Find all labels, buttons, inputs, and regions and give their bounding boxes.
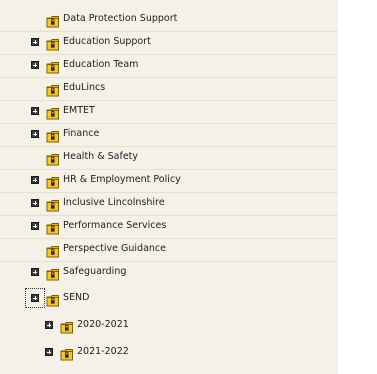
tree-item-label[interactable]: 2021-2022 (77, 345, 129, 359)
expand-icon[interactable] (45, 348, 53, 356)
tree-item[interactable]: SEND (0, 287, 338, 310)
tree-item[interactable]: Education Support (0, 31, 338, 55)
expand-icon[interactable] (31, 107, 39, 115)
tree-item-label[interactable]: SEND (63, 291, 89, 305)
tree-item-label[interactable]: Education Team (63, 58, 138, 72)
folder-lock-icon (46, 82, 60, 97)
tree-item[interactable]: HR & Employment Policy (0, 169, 338, 193)
tree-item[interactable]: Performance Services (0, 215, 338, 239)
tree-item-label[interactable]: HR & Employment Policy (63, 173, 181, 187)
tree-item-label[interactable]: EduLincs (63, 81, 105, 95)
tree-item-label[interactable]: Inclusive Lincolnshire (63, 196, 165, 210)
tree-item[interactable]: Inclusive Lincolnshire (0, 192, 338, 216)
tree-item[interactable]: Perspective Guidance (0, 238, 338, 262)
tree-item-label[interactable]: 2020-2021 (77, 318, 129, 332)
expand-icon[interactable] (31, 199, 39, 207)
folder-lock-icon (46, 174, 60, 189)
folder-lock-icon (46, 13, 60, 28)
folder-lock-icon (46, 266, 60, 281)
tree-item-label[interactable]: Perspective Guidance (63, 242, 166, 256)
folder-lock-icon (60, 346, 74, 361)
tree-item[interactable]: EduLincs (0, 77, 338, 101)
tree-item[interactable]: Finance (0, 123, 338, 147)
tree-item[interactable]: Safeguarding (0, 261, 338, 284)
tree-item-label[interactable]: Safeguarding (63, 265, 126, 279)
expand-icon[interactable] (31, 222, 39, 230)
tree-item[interactable]: EMTET (0, 100, 338, 124)
folder-tree: Data Protection Support Education Support… (0, 0, 338, 374)
tree-item-label[interactable]: Health & Safety (63, 150, 138, 164)
tree-item[interactable]: Data Protection Support (0, 8, 338, 32)
tree-item-label[interactable]: EMTET (63, 104, 95, 118)
tree-item[interactable]: 2021-2022 (0, 341, 338, 364)
tree-item[interactable]: 2020-2021 (0, 314, 338, 337)
tree-item-label[interactable]: Performance Services (63, 219, 166, 233)
folder-lock-icon (60, 319, 74, 334)
tree-item[interactable]: Health & Safety (0, 146, 338, 170)
tree-item-label[interactable]: Finance (63, 127, 99, 141)
folder-lock-icon (46, 243, 60, 258)
expand-icon[interactable] (45, 321, 53, 329)
folder-lock-icon (46, 197, 60, 212)
expand-icon[interactable] (31, 38, 39, 46)
folder-lock-icon (46, 105, 60, 120)
tree-item-label[interactable]: Data Protection Support (63, 12, 177, 26)
expand-icon[interactable] (25, 288, 45, 308)
folder-lock-icon (46, 151, 60, 166)
expand-icon[interactable] (31, 176, 39, 184)
folder-lock-icon (46, 59, 60, 74)
folder-lock-icon (46, 128, 60, 143)
tree-item[interactable]: Education Team (0, 54, 338, 78)
folder-lock-icon (46, 36, 60, 51)
expand-icon[interactable] (31, 268, 39, 276)
expand-icon[interactable] (31, 61, 39, 69)
folder-lock-icon (46, 220, 60, 235)
folder-lock-icon (46, 292, 60, 307)
tree-item-label[interactable]: Education Support (63, 35, 151, 49)
expand-icon[interactable] (31, 130, 39, 138)
